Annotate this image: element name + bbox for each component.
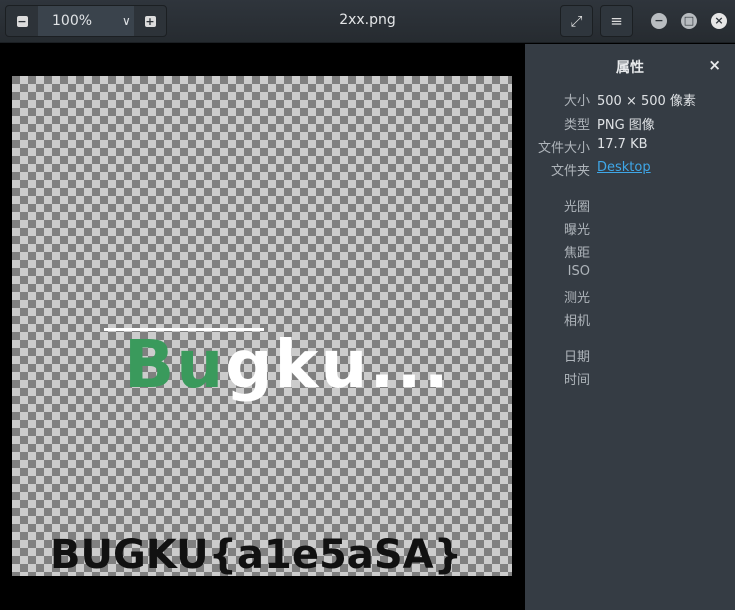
property-row: 焦距 [525,242,735,262]
minus-icon: − [16,14,28,28]
property-row: 曝光 [525,219,735,239]
zoom-in-button[interactable]: + [134,6,166,36]
zoom-level: 100% [52,13,93,29]
maximize-button[interactable]: □ [681,13,697,29]
property-label: 相机 [563,314,590,329]
minimize-button[interactable]: − [651,13,667,29]
property-row: 日期 [525,346,735,366]
property-value: 500 × 500 像素 [597,94,696,109]
property-label: 日期 [563,350,590,365]
sidebar-title: 属性 [616,60,644,76]
property-row: 时间 [525,369,735,389]
property-row: ISO [525,264,735,284]
zoom-control: − 100% ∨ + [5,5,167,37]
property-value: PNG 图像 [597,118,655,133]
menu-button[interactable]: ≡ [600,5,633,37]
property-label: 测光 [563,291,590,306]
property-row: 文件大小 17.7 KB [525,137,735,157]
chevron-down-icon: ∨ [122,14,131,28]
folder-link[interactable]: Desktop [597,160,651,175]
image-canvas[interactable]: Bugku... BUGKU{a1e5aSA} [12,76,512,576]
close-sidebar-button[interactable]: × [708,56,721,74]
property-row: 类型 PNG 图像 [525,114,735,134]
properties-sidebar: 属性 × 大小 500 × 500 像素 类型 PNG 图像 文件大小 17.7 KB 文件… [525,44,735,610]
close-window-button[interactable]: × [711,13,727,29]
property-label: 光圈 [563,200,590,215]
property-label: 大小 [563,94,590,109]
property-label: 曝光 [563,223,590,238]
zoom-level-dropdown[interactable]: 100% ∨ [38,6,134,36]
property-label: ISO [567,264,590,279]
property-label: 文件夹 [550,164,590,179]
property-label: 时间 [563,373,590,388]
header-bar: − 100% ∨ + 2xx.png ⤢ ≡ − □ × [0,0,735,43]
property-row: 光圈 [525,196,735,216]
flag-text: BUGKU{a1e5aSA} [50,532,463,576]
property-row: 大小 500 × 500 像素 [525,90,735,110]
logo-underline [104,328,264,331]
hamburger-icon: ≡ [610,12,623,30]
property-value: 17.7 KB [597,137,648,152]
fullscreen-button[interactable]: ⤢ [560,5,593,37]
property-row: 测光 [525,287,735,307]
zoom-out-button[interactable]: − [6,6,38,36]
plus-icon: + [144,14,156,28]
property-row: 文件夹 Desktop [525,160,735,180]
property-label: 文件大小 [537,141,590,156]
property-label: 焦距 [563,246,590,261]
bugku-logo: Bugku... [124,326,451,403]
expand-icon: ⤢ [570,12,583,30]
property-row: 相机 [525,310,735,330]
property-label: 类型 [563,118,590,133]
